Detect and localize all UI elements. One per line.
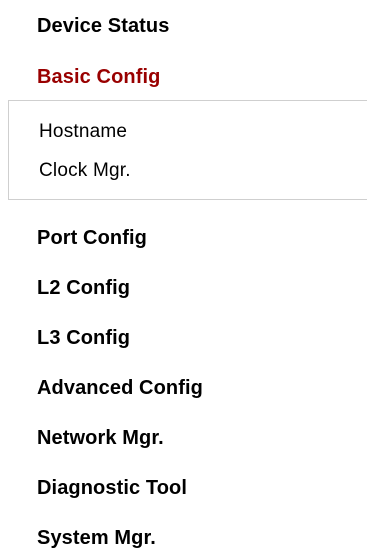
nav-item-diagnostic-tool[interactable]: Diagnostic Tool [37,476,187,500]
submenu-item-hostname[interactable]: Hostname [39,120,127,144]
nav-item-basic-config[interactable]: Basic Config [37,65,160,89]
sidebar-nav: Device Status Basic Config Hostname Cloc… [0,0,367,551]
nav-item-system-mgr[interactable]: System Mgr. [37,526,156,550]
nav-item-l3-config[interactable]: L3 Config [37,326,130,350]
nav-item-network-mgr[interactable]: Network Mgr. [37,426,164,450]
nav-item-device-status[interactable]: Device Status [37,14,169,38]
basic-config-submenu [8,100,367,200]
nav-item-l2-config[interactable]: L2 Config [37,276,130,300]
nav-item-port-config[interactable]: Port Config [37,226,147,250]
nav-item-advanced-config[interactable]: Advanced Config [37,376,203,400]
submenu-item-clock-mgr[interactable]: Clock Mgr. [39,159,131,183]
